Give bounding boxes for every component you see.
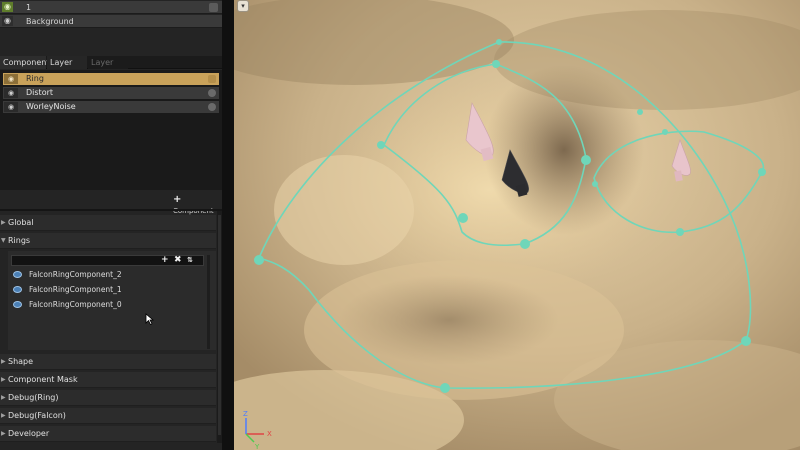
component-row-worleynoise[interactable]: ◉ WorleyNoise <box>3 101 219 113</box>
terrain-scene: X Z Y <box>234 0 800 450</box>
list-item[interactable]: FalconRingComponent_2 <box>11 268 191 281</box>
section-shape[interactable]: ▶ Shape <box>0 354 216 370</box>
layer-options-icon[interactable] <box>209 3 218 12</box>
section-label: Shape <box>8 357 34 366</box>
eye-icon[interactable]: ◉ <box>4 74 18 84</box>
ring-component-icon <box>13 301 22 308</box>
list-item[interactable]: FalconRingComponent_1 <box>11 283 191 296</box>
axis-y-label: Y <box>254 443 260 450</box>
component-row-ring[interactable]: ◉ Ring <box>3 73 219 85</box>
eye-icon[interactable]: ◉ <box>4 88 18 98</box>
mouse-cursor-icon <box>145 313 154 325</box>
delete-icon[interactable]: ✖ <box>174 255 182 266</box>
component-label: Ring <box>26 74 44 83</box>
tab-layer-edit[interactable]: Layer Edit <box>88 56 128 80</box>
section-developer[interactable]: ▶ Developer <box>0 426 216 442</box>
chevron-right-icon: ▶ <box>1 219 6 226</box>
section-label: Component Mask <box>8 375 78 384</box>
chevron-right-icon: ▶ <box>1 394 6 401</box>
ring-item-label: FalconRingComponent_0 <box>29 300 122 309</box>
axis-z-label: Z <box>243 410 248 418</box>
ring-component-icon <box>13 286 22 293</box>
chevron-right-icon: ▶ <box>1 358 6 365</box>
section-label: Debug(Falcon) <box>8 411 66 420</box>
section-debug-falcon[interactable]: ▶ Debug(Falcon) <box>0 408 216 424</box>
ring-item-label: FalconRingComponent_2 <box>29 270 122 279</box>
chevron-right-icon: ▶ <box>1 412 6 419</box>
list-item[interactable]: FalconRingComponent_0 <box>11 298 191 311</box>
section-label: Rings <box>8 236 31 245</box>
scrollbar-thumb[interactable] <box>218 215 221 435</box>
viewport-options-button[interactable]: ▾ <box>237 0 249 12</box>
layer-label: Background <box>26 17 74 26</box>
chevron-right-icon: ▶ <box>1 376 6 383</box>
chevron-right-icon: ▶ <box>1 430 6 437</box>
divider <box>0 209 222 211</box>
section-component-mask[interactable]: ▶ Component Mask <box>0 372 216 388</box>
component-options-icon[interactable] <box>208 103 216 111</box>
section-label: Global <box>8 218 34 227</box>
plus-icon: + <box>173 194 182 205</box>
axis-x-label: X <box>267 430 272 438</box>
component-list: ◉ Ring ◉ Distort ◉ WorleyNoise <box>0 70 222 190</box>
level-viewport[interactable]: X Z Y ▾ <box>234 0 800 450</box>
splitter[interactable] <box>222 0 234 450</box>
tab-components[interactable]: Components <box>0 56 54 69</box>
rings-array-panel: + ✖ ⇅ FalconRingComponent_2 FalconRingCo… <box>8 251 216 350</box>
ring-component-icon <box>13 271 22 278</box>
tab-layer-info[interactable]: Layer Info <box>47 56 87 80</box>
layer-label: 1 <box>26 3 32 12</box>
details-panel: ◉ 1 ◉ Background Components Layer Info L… <box>0 0 222 450</box>
layer-row-background[interactable]: ◉ Background <box>0 15 222 28</box>
component-label: Distort <box>26 88 54 97</box>
component-row-distort[interactable]: ◉ Distort <box>3 87 219 99</box>
eye-icon[interactable]: ◉ <box>2 2 13 12</box>
section-global[interactable]: ▶ Global <box>0 215 216 231</box>
section-debug-ring[interactable]: ▶ Debug(Ring) <box>0 390 216 406</box>
component-options-icon[interactable] <box>208 75 216 83</box>
eye-icon[interactable]: ◉ <box>4 102 18 112</box>
section-label: Developer <box>8 429 50 438</box>
chevron-down-icon: ▼ <box>1 237 6 244</box>
section-rings[interactable]: ▼ Rings <box>0 233 216 249</box>
layer-row-1[interactable]: ◉ 1 <box>0 1 222 14</box>
ring-item-label: FalconRingComponent_1 <box>29 285 122 294</box>
add-component-button[interactable]: + Component <box>173 194 222 215</box>
rings-toolbar: + ✖ ⇅ <box>11 255 204 266</box>
component-options-icon[interactable] <box>208 89 216 97</box>
section-label: Debug(Ring) <box>8 393 59 402</box>
eye-icon[interactable]: ◉ <box>2 16 13 26</box>
rings-scrollbar[interactable] <box>207 255 210 349</box>
add-icon[interactable]: + <box>161 255 169 266</box>
panel-tabs: Components Layer Info Layer Edit <box>0 56 222 80</box>
component-label: WorleyNoise <box>26 102 76 111</box>
duplicate-icon[interactable]: ⇅ <box>187 255 193 266</box>
